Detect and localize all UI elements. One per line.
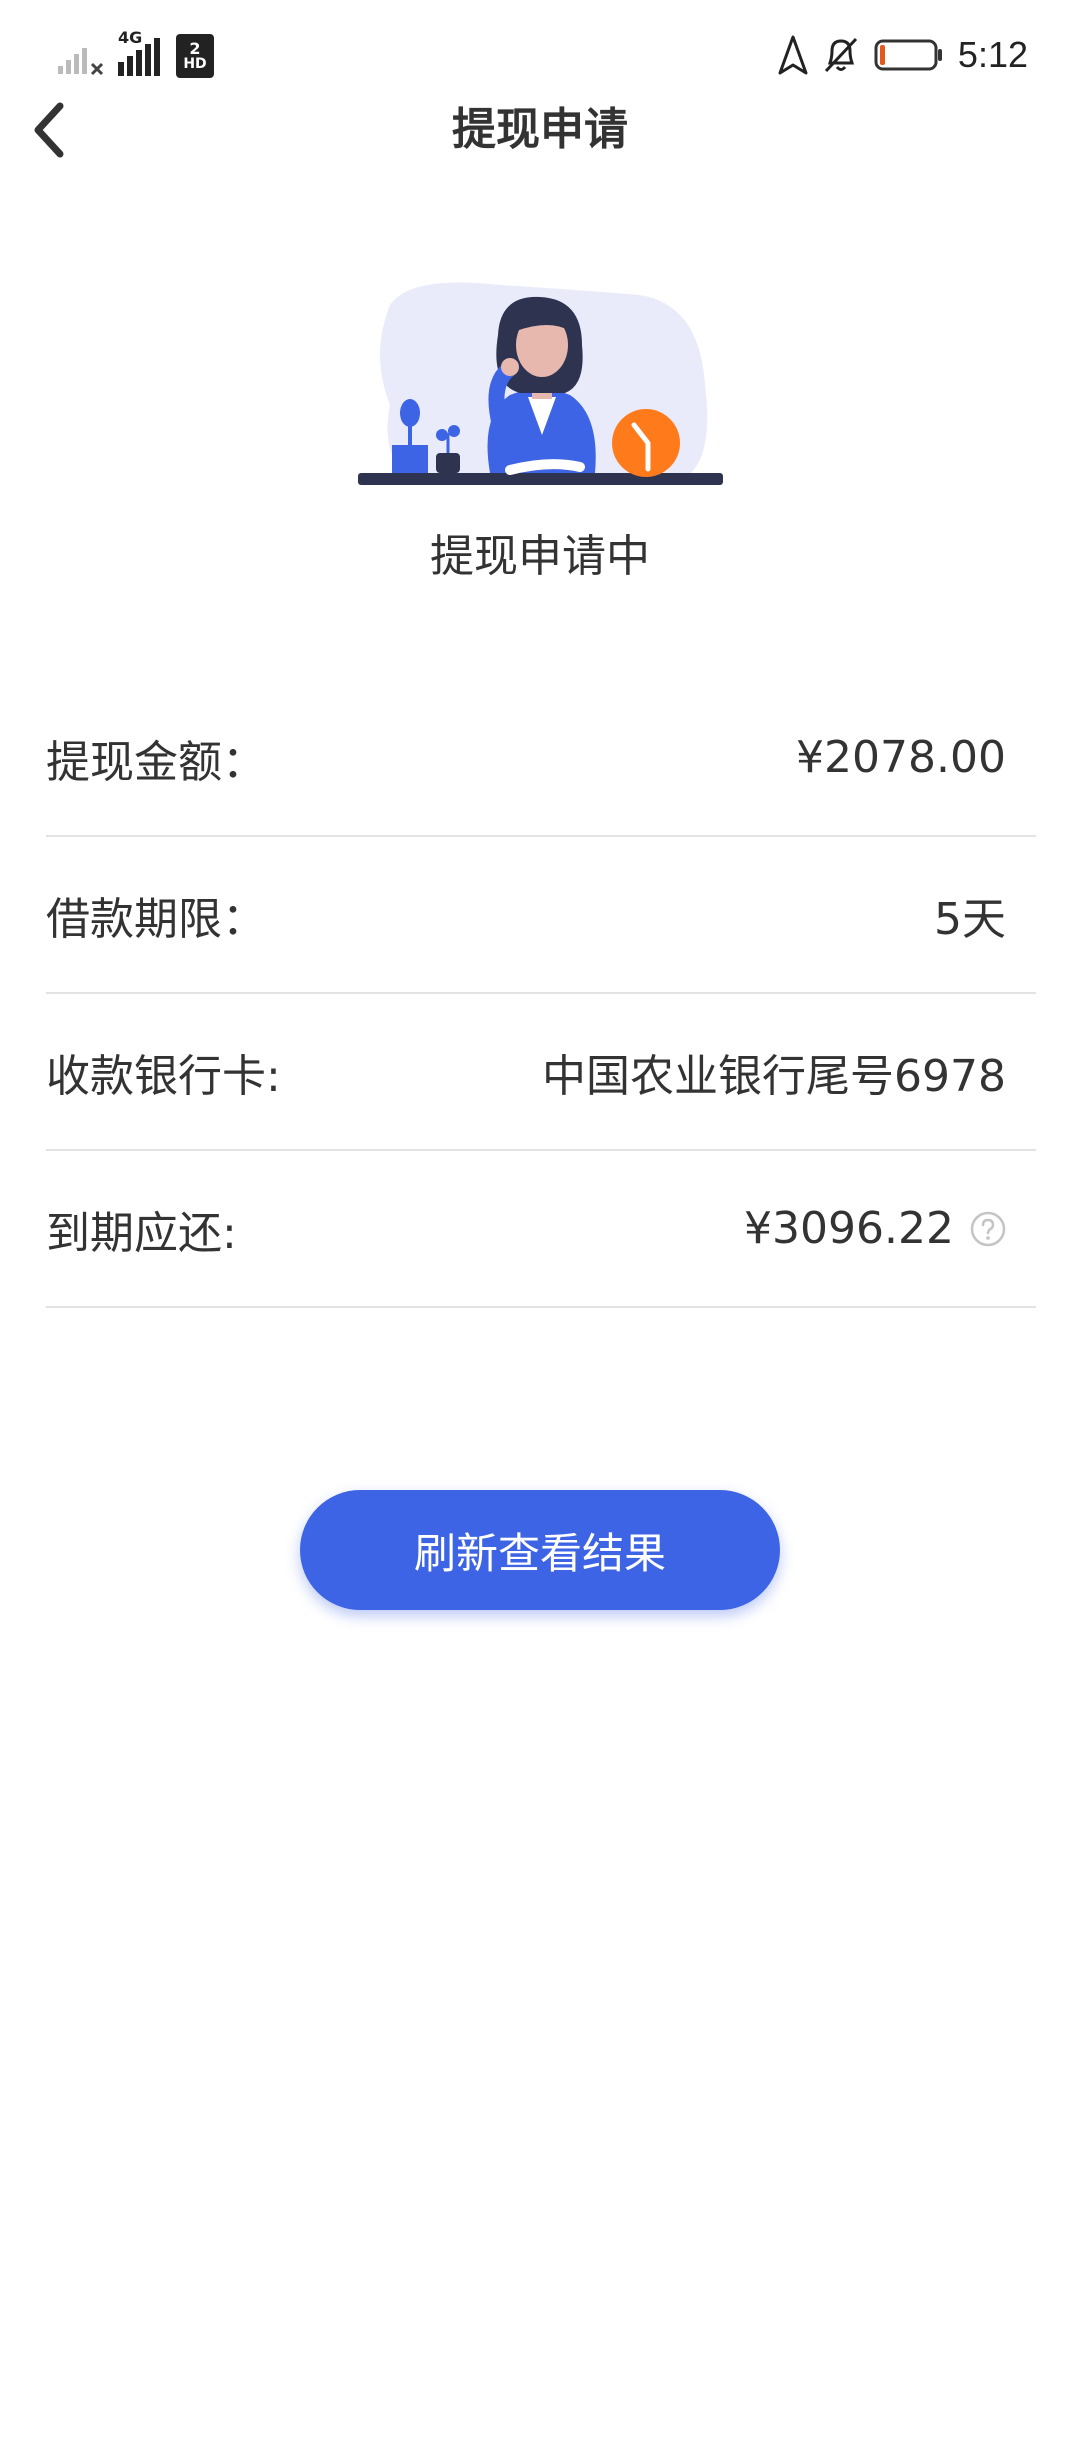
due-amount-value-group: ¥3096.22	[744, 1203, 1006, 1254]
info-row-due-amount: 到期应还: ¥3096.22	[46, 1151, 1036, 1308]
due-amount-value: ¥3096.22	[744, 1203, 954, 1254]
refresh-result-button[interactable]: 刷新查看结果	[300, 1490, 780, 1610]
navigation-arrow-icon	[778, 35, 808, 75]
due-amount-label: 到期应还:	[46, 1207, 237, 1259]
info-list: 提现金额： ¥2078.00 借款期限： 5天 收款银行卡: 中国农业银行尾号6…	[46, 680, 1036, 1308]
signal-4g-icon: 4G	[116, 28, 166, 78]
term-value: 5天	[934, 893, 1006, 945]
page-title: 提现申请	[452, 104, 628, 155]
question-circle-icon[interactable]	[970, 1211, 1006, 1247]
info-row-bank-card: 收款银行卡: 中国农业银行尾号6978	[46, 994, 1036, 1151]
status-bar-left: 4G 2 HD	[56, 28, 214, 78]
pending-illustration	[358, 282, 723, 485]
clock-time: 5:12	[957, 34, 1028, 75]
status-text: 提现申请中	[430, 531, 650, 582]
sim-label: 2	[189, 39, 201, 58]
bell-muted-icon	[824, 37, 858, 73]
amount-value: ¥2078.00	[796, 732, 1006, 783]
nav-bar: 提现申请	[0, 90, 1080, 170]
info-row-amount: 提现金额： ¥2078.00	[46, 680, 1036, 837]
term-label: 借款期限：	[46, 893, 266, 945]
status-bar-right: 5:12	[778, 30, 1028, 80]
bank-card-value: 中国农业银行尾号6978	[542, 1050, 1006, 1102]
signal-weak-icon	[58, 48, 104, 76]
chevron-left-icon	[34, 102, 64, 158]
sim-hd-icon: 2 HD	[176, 34, 214, 78]
page: 4G 2 HD 5:12 提现申请 提现申请中 提现金额： ¥2078.00 借…	[0, 0, 1080, 2460]
battery-icon	[874, 39, 942, 71]
amount-label: 提现金额：	[46, 736, 266, 788]
status-bar: 4G 2 HD 5:12	[0, 0, 1080, 100]
back-button[interactable]	[18, 98, 82, 162]
bank-card-label: 收款银行卡:	[46, 1050, 281, 1102]
info-row-term: 借款期限： 5天	[46, 837, 1036, 994]
hd-label: HD	[183, 56, 207, 72]
